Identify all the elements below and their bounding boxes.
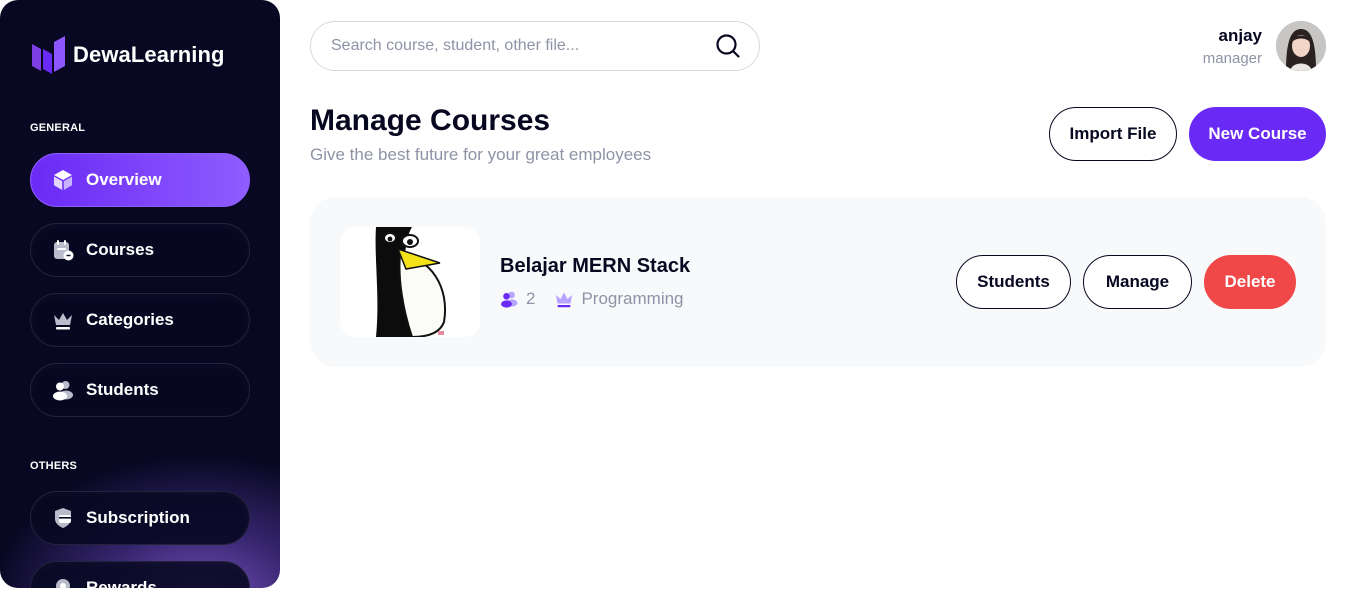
course-card: Belajar MERN Stack 2 Programming Student… <box>310 197 1326 367</box>
students-button[interactable]: Students <box>956 255 1071 309</box>
sidebar: DewaLearning GENERAL Overview Courses Ca… <box>0 0 280 588</box>
sidebar-item-subscription[interactable]: Subscription <box>30 491 250 545</box>
sidebar-item-label: Students <box>86 380 159 399</box>
user-info: anjay manager <box>1203 26 1262 67</box>
users-icon <box>52 379 74 401</box>
brand[interactable]: DewaLearning <box>30 36 225 74</box>
sidebar-item-categories[interactable]: Categories <box>30 293 250 347</box>
app: DewaLearning GENERAL Overview Courses Ca… <box>0 0 1353 594</box>
page-title: Manage Courses <box>310 104 551 137</box>
course-students-count: 2 <box>500 289 535 309</box>
course-title[interactable]: Belajar MERN Stack <box>500 255 690 278</box>
crown-icon <box>52 309 74 331</box>
sidebar-item-label: Rewards <box>86 578 157 588</box>
manage-button[interactable]: Manage <box>1083 255 1192 309</box>
medal-icon <box>52 577 74 588</box>
crown-icon <box>556 292 573 308</box>
sidebar-item-label: Categories <box>86 310 174 329</box>
general-section-label: GENERAL <box>30 122 86 134</box>
card-shield-icon <box>52 507 74 529</box>
course-thumbnail[interactable] <box>340 227 480 337</box>
search-icon[interactable] <box>715 33 741 59</box>
new-course-button[interactable]: New Course <box>1189 107 1326 161</box>
delete-button[interactable]: Delete <box>1204 255 1296 309</box>
course-category: Programming <box>555 289 684 309</box>
others-section-label: OTHERS <box>30 460 78 472</box>
brand-name: DewaLearning <box>73 42 225 67</box>
cube-icon <box>52 169 74 191</box>
avatar[interactable] <box>1276 21 1326 71</box>
user-profile[interactable]: anjay manager <box>1203 21 1326 71</box>
students-count-value: 2 <box>526 289 536 308</box>
search-input[interactable] <box>331 37 715 55</box>
import-file-button[interactable]: Import File <box>1049 107 1177 161</box>
sidebar-item-label: Subscription <box>86 508 190 527</box>
sidebar-item-students[interactable]: Students <box>30 363 250 417</box>
sidebar-item-rewards[interactable]: Rewards <box>30 561 250 588</box>
sidebar-item-courses[interactable]: Courses <box>30 223 250 277</box>
sidebar-item-overview[interactable]: Overview <box>30 153 250 207</box>
user-role: manager <box>1202 49 1262 67</box>
penguin-image <box>340 227 480 337</box>
sidebar-item-label: Courses <box>86 240 155 259</box>
search-bar <box>310 21 760 71</box>
user-name: anjay <box>1218 25 1262 45</box>
brand-logo-icon <box>32 36 65 74</box>
sidebar-item-label: Overview <box>86 170 162 189</box>
category-value: Programming <box>581 289 684 308</box>
calendar-note-icon <box>52 239 74 261</box>
course-meta: 2 Programming <box>500 289 684 309</box>
page-subtitle: Give the best future for your great empl… <box>310 145 652 164</box>
users-icon <box>501 291 518 308</box>
